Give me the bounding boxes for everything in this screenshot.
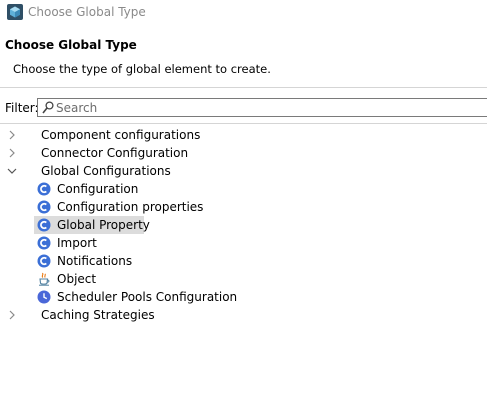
- chevron-right-icon[interactable]: [7, 130, 17, 140]
- tree-item-label: Global Property: [57, 218, 150, 232]
- tree-category-caching-strategies[interactable]: Caching Strategies: [0, 306, 487, 324]
- search-input[interactable]: [56, 99, 476, 116]
- tree-item-import[interactable]: Import: [0, 234, 487, 252]
- clock-icon: [37, 290, 51, 304]
- config-c-icon: [37, 218, 51, 232]
- tree-item-label: Scheduler Pools Configuration: [57, 290, 238, 304]
- page-description: Choose the type of global element to cre…: [13, 62, 271, 76]
- tree-item-label: Configuration: [57, 182, 139, 196]
- search-icon: [42, 101, 54, 114]
- tree-item-label: Configuration properties: [57, 200, 204, 214]
- mule-cube-icon: [7, 4, 23, 20]
- filter-label: Filter:: [5, 101, 39, 115]
- tree-item-label: Import: [57, 236, 97, 250]
- tree-item-label: Object: [57, 272, 97, 286]
- tree-divider: [0, 123, 487, 124]
- tree-category-label: Caching Strategies: [41, 308, 155, 322]
- tree-category-component-configurations[interactable]: Component configurations: [0, 126, 487, 144]
- tree-category-label: Connector Configuration: [41, 146, 189, 160]
- page-title: Choose Global Type: [5, 38, 137, 52]
- tree-item-object[interactable]: Object: [0, 270, 487, 288]
- dialog-header: Choose Global Type Choose the type of gl…: [0, 25, 487, 85]
- tree-item-configuration-properties[interactable]: Configuration properties: [0, 198, 487, 216]
- search-field[interactable]: [37, 98, 487, 117]
- java-icon: [39, 272, 50, 286]
- header-divider: [0, 87, 487, 88]
- chevron-right-icon[interactable]: [7, 310, 17, 320]
- tree-item-scheduler-pools-configuration[interactable]: Scheduler Pools Configuration: [0, 288, 487, 306]
- title-bar: Choose Global Type: [0, 0, 487, 25]
- chevron-down-icon[interactable]: [7, 166, 17, 176]
- tree-item-label: Notifications: [57, 254, 133, 268]
- config-c-icon: [37, 236, 51, 250]
- tree-category-connector-configuration[interactable]: Connector Configuration: [0, 144, 487, 162]
- tree-item-global-property[interactable]: Global Property: [0, 216, 487, 234]
- config-c-icon: [37, 182, 51, 196]
- config-c-icon: [37, 200, 51, 214]
- config-c-icon: [37, 254, 51, 268]
- tree-item-notifications[interactable]: Notifications: [0, 252, 487, 270]
- tree-category-label: Component configurations: [41, 128, 201, 142]
- chevron-right-icon[interactable]: [7, 148, 17, 158]
- tree-category-global-configurations[interactable]: Global Configurations: [0, 162, 487, 180]
- tree-item-configuration[interactable]: Configuration: [0, 180, 487, 198]
- tree-category-label: Global Configurations: [41, 164, 171, 178]
- window-title: Choose Global Type: [28, 5, 146, 19]
